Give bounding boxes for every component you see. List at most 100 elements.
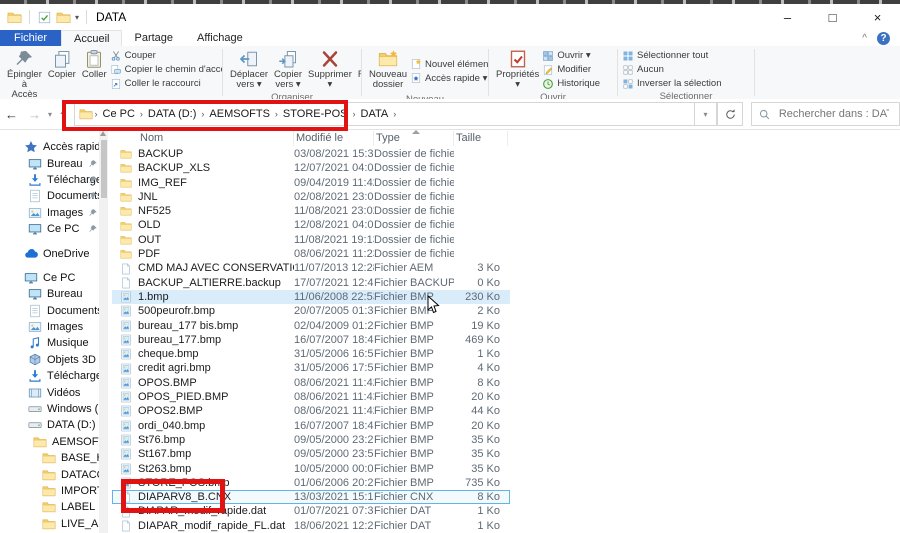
sidebar-item-label[interactable]: LABEL	[0, 499, 99, 515]
up-icon[interactable]: ↑	[59, 107, 66, 122]
folder-row[interactable]: PDF08/06/2021 11:23Dossier de fichiers	[112, 247, 510, 261]
column-header-nom[interactable]: Nom	[138, 131, 294, 146]
sidebar-item-base-hf[interactable]: BASE_HF	[0, 450, 99, 466]
sidebar-item-aemsofts[interactable]: AEMSOFTS	[0, 434, 99, 450]
folder-row[interactable]: OUT11/08/2021 19:13Dossier de fichiers	[112, 233, 510, 247]
file-row[interactable]: St263.bmp10/05/2000 00:03Fichier BMP35 K…	[112, 462, 510, 476]
sidebar-item-ce-pc[interactable]: Ce PC	[0, 270, 99, 286]
qat-caret-icon[interactable]: ▾	[75, 13, 79, 22]
file-row[interactable]: St76.bmp09/05/2000 23:21Fichier BMP35 Ko	[112, 433, 510, 447]
sidebar-item-musique[interactable]: Musique	[0, 335, 99, 351]
sidebar-item-documents[interactable]: Documents	[0, 188, 99, 204]
sidebar-item-windows-c-[interactable]: Windows (C:)	[0, 401, 99, 417]
back-icon[interactable]: ←	[5, 107, 18, 122]
quick-access-button[interactable]: Accès rapide ▾	[410, 72, 488, 85]
file-row[interactable]: DIAPAR_modif_rapide_FL.dat18/06/2021 12:…	[112, 519, 510, 533]
copy-button[interactable]: Copier	[45, 48, 79, 81]
address-dropdown-icon[interactable]: ▾	[695, 102, 718, 126]
new-folder-button[interactable]: Nouveau dossier	[366, 48, 410, 91]
sidebar-item-onedrive[interactable]: OneDrive	[0, 245, 99, 261]
sidebar-item-live-aemsoi[interactable]: LIVE_AEMSOI	[0, 516, 99, 532]
forward-icon[interactable]: →	[28, 107, 41, 122]
close-button[interactable]: ×	[855, 4, 900, 30]
select-none-button[interactable]: Aucun	[622, 63, 721, 76]
paste-shortcut-button[interactable]: Coller le raccourci	[110, 77, 222, 90]
file-row[interactable]: CMD MAJ AVEC CONSERVATION MARGE...11/07/…	[112, 261, 510, 275]
new-item-button[interactable]: Nouvel élément ▾	[410, 58, 488, 71]
file-row[interactable]: BACKUP_ALTIERRE.backup17/07/2021 12:45Fi…	[112, 276, 510, 290]
collapse-ribbon-icon[interactable]: ^	[862, 33, 867, 44]
scroll-up-icon[interactable]	[100, 131, 106, 136]
properties-check-icon[interactable]	[37, 10, 52, 25]
recent-locations-icon[interactable]: ▾	[48, 110, 52, 119]
file-row[interactable]: 1.bmp11/06/2008 22:53Fichier BMP230 Ko	[112, 290, 510, 304]
edit-button[interactable]: Modifier	[542, 63, 600, 76]
breadcrumb-item[interactable]: DATA (D:)	[145, 108, 199, 120]
sidebar-item-acc-s-rapide[interactable]: Accès rapide	[0, 139, 99, 155]
select-all-button[interactable]: Sélectionner tout	[622, 49, 721, 62]
file-name: DIAPARV8_B.CNX	[138, 490, 294, 504]
sidebar-item-data-d-[interactable]: DATA (D:)	[0, 417, 99, 433]
breadcrumb-item[interactable]: DATA	[358, 108, 392, 120]
properties-button[interactable]: Propriétés ▾	[493, 48, 542, 91]
folder-row[interactable]: NF52511/08/2021 23:02Dossier de fichiers	[112, 204, 510, 218]
sidebar-item-bureau[interactable]: Bureau	[0, 155, 99, 171]
tab-affichage[interactable]: Affichage	[185, 30, 255, 46]
refresh-icon[interactable]	[717, 102, 743, 126]
folder-row[interactable]: BACKUP03/08/2021 15:39Dossier de fichier…	[112, 147, 510, 161]
open-button[interactable]: Ouvrir ▾	[542, 49, 600, 62]
sidebar-item-objets-3d[interactable]: Objets 3D	[0, 352, 99, 368]
breadcrumb-item[interactable]: STORE-POS	[280, 108, 351, 120]
pin-to-quick-access-button[interactable]: Épingler à Accès rapide	[4, 48, 45, 99]
file-row[interactable]: 500peurofr.bmp20/07/2005 01:30Fichier BM…	[112, 304, 510, 318]
new-folder-qat-icon[interactable]	[56, 10, 71, 25]
copy-to-button[interactable]: Copier vers ▾	[271, 48, 305, 91]
tab-partage[interactable]: Partage	[122, 30, 185, 46]
sidebar-item-importauto[interactable]: IMPORTAUTO	[0, 483, 99, 499]
history-button[interactable]: Historique	[542, 77, 600, 90]
breadcrumb-item[interactable]: Ce PC	[100, 108, 138, 120]
sidebar-item-vid-os[interactable]: Vidéos	[0, 384, 99, 400]
scrollbar-thumb[interactable]	[101, 140, 107, 198]
sidebar-item-ce-pc[interactable]: Ce PC	[0, 221, 99, 237]
file-row[interactable]: credit agri.bmp31/05/2006 17:53Fichier B…	[112, 361, 510, 375]
column-header-taille[interactable]: Taille	[454, 131, 508, 146]
sidebar-item-documents[interactable]: Documents	[0, 303, 99, 319]
sidebar-item-bureau[interactable]: Bureau	[0, 286, 99, 302]
sidebar-item-images[interactable]: Images	[0, 319, 99, 335]
search-input[interactable]	[777, 107, 891, 121]
maximize-button[interactable]: □	[810, 4, 855, 30]
file-row[interactable]: bureau_177.bmp16/07/2007 18:42Fichier BM…	[112, 333, 510, 347]
cut-button[interactable]: Couper	[110, 49, 222, 62]
file-row[interactable]: DIAPARV8_B.CNX13/03/2021 15:15Fichier CN…	[112, 490, 510, 504]
file-row[interactable]: cheque.bmp31/05/2006 16:53Fichier BMP1 K…	[112, 347, 510, 361]
file-row[interactable]: St167.bmp09/05/2000 23:51Fichier BMP35 K…	[112, 447, 510, 461]
sidebar-item-datacollec[interactable]: DATACOLLEC	[0, 466, 99, 482]
column-header-modifie-le[interactable]: Modifié le	[294, 131, 374, 146]
tab-accueil[interactable]: Accueil	[61, 30, 122, 46]
breadcrumb-item[interactable]: AEMSOFTS	[206, 108, 273, 120]
file-row[interactable]: OPOS.BMP08/06/2021 11:42Fichier BMP8 Ko	[112, 376, 510, 390]
file-row[interactable]: OPOS_PIED.BMP08/06/2021 11:42Fichier BMP…	[112, 390, 510, 404]
file-row[interactable]: DIAPAR_modif_rapide.dat01/07/2021 07:39F…	[112, 504, 510, 518]
folder-row[interactable]: BACKUP_XLS12/07/2021 04:04Dossier de fic…	[112, 161, 510, 175]
move-to-button[interactable]: Déplacer vers ▾	[227, 48, 271, 91]
invert-selection-button[interactable]: Inverser la sélection	[622, 77, 721, 90]
paste-button[interactable]: Coller	[79, 48, 110, 81]
minimize-button[interactable]: –	[765, 4, 810, 30]
folder-row[interactable]: OLD12/08/2021 04:05Dossier de fichiers	[112, 218, 510, 232]
file-row[interactable]: STORE_POS.bmp01/06/2006 20:23Fichier BMP…	[112, 476, 510, 490]
sidebar-item-images[interactable]: Images	[0, 205, 99, 221]
copy-path-button[interactable]: Copier le chemin d'accès	[110, 63, 222, 76]
sidebar-scrollbar[interactable]	[99, 130, 108, 533]
sidebar-item-t-l-chargements[interactable]: Téléchargements	[0, 368, 99, 384]
folder-row[interactable]: IMG_REF09/04/2019 11:42Dossier de fichie…	[112, 176, 510, 190]
file-row[interactable]: ordi_040.bmp16/07/2007 18:43Fichier BMP2…	[112, 419, 510, 433]
delete-button[interactable]: Supprimer ▾	[305, 48, 355, 91]
tab-fichier[interactable]: Fichier	[0, 30, 61, 46]
file-row[interactable]: OPOS2.BMP08/06/2021 11:42Fichier BMP44 K…	[112, 404, 510, 418]
folder-row[interactable]: JNL02/08/2021 23:02Dossier de fichiers	[112, 190, 510, 204]
file-row[interactable]: bureau_177 bis.bmp02/04/2009 01:24Fichie…	[112, 319, 510, 333]
help-icon[interactable]: ?	[877, 32, 890, 45]
sidebar-item-t-l-chargem[interactable]: Téléchargem	[0, 172, 99, 188]
